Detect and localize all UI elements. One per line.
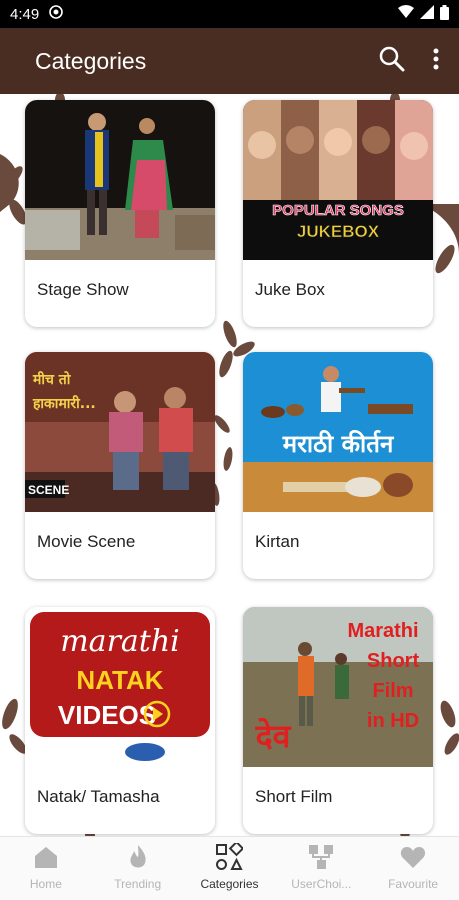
thumb-text-short: Short bbox=[367, 650, 420, 672]
category-label: Movie Scene bbox=[37, 532, 136, 551]
status-bar: 4:49 bbox=[0, 0, 459, 28]
nav-label: Trending bbox=[114, 877, 162, 891]
category-card-natak-tamasha[interactable]: marathi NATAK VIDEOS Natak/ Tamasha bbox=[25, 607, 215, 834]
more-options-icon[interactable] bbox=[433, 48, 439, 75]
thumb-text-natak: NATAK bbox=[76, 665, 163, 695]
categories-icon bbox=[216, 843, 244, 870]
nav-label: Favourite bbox=[388, 877, 439, 891]
thumb-text-in-hd: in HD bbox=[367, 710, 419, 732]
category-grid[interactable]: Stage Show POPULAR SONGS JUKEBOX Juke Bo… bbox=[0, 94, 459, 836]
category-label: Juke Box bbox=[255, 280, 325, 299]
thumb-text-popular-songs: POPULAR SONGS bbox=[272, 202, 404, 219]
bottom-navigation: Home Trending Categories UserChoi... Fav… bbox=[0, 836, 459, 900]
category-card-juke-box[interactable]: POPULAR SONGS JUKEBOX Juke Box bbox=[243, 100, 433, 327]
home-icon bbox=[34, 847, 57, 868]
category-card-kirtan[interactable]: मराठी कीर्तन Kirtan bbox=[243, 352, 433, 579]
natak-tamasha-thumbnail: marathi NATAK VIDEOS bbox=[25, 607, 215, 767]
category-label: Natak/ Tamasha bbox=[37, 787, 160, 806]
category-card-movie-scene[interactable]: मीच तो हाकामारी... SCENE Movie Scene bbox=[25, 352, 215, 579]
nav-item-home[interactable]: Home bbox=[0, 837, 92, 900]
stage-show-thumbnail bbox=[25, 100, 215, 260]
category-label: Stage Show bbox=[37, 280, 129, 299]
thumb-text-film: Film bbox=[372, 680, 413, 702]
category-label: Short Film bbox=[255, 787, 333, 806]
wifi-icon bbox=[398, 5, 414, 23]
nav-item-trending[interactable]: Trending bbox=[92, 837, 184, 900]
thumb-text-dev: देव bbox=[255, 717, 292, 755]
flame-icon bbox=[130, 845, 146, 868]
search-icon[interactable] bbox=[379, 46, 405, 77]
juke-box-thumbnail: POPULAR SONGS JUKEBOX bbox=[243, 100, 433, 260]
thumb-text-marathi: Marathi bbox=[347, 620, 418, 642]
page-title: Categories bbox=[35, 47, 147, 74]
thumb-text-scene: SCENE bbox=[28, 483, 69, 497]
nav-label: Categories bbox=[200, 877, 259, 891]
heart-icon bbox=[400, 847, 426, 868]
nav-label: Home bbox=[29, 877, 62, 891]
battery-icon bbox=[440, 4, 449, 24]
category-label: Kirtan bbox=[255, 532, 300, 551]
thumb-text-line2: हाकामारी... bbox=[32, 395, 96, 412]
status-time: 4:49 bbox=[10, 5, 40, 23]
thumb-text-videos: VIDEOS bbox=[58, 700, 156, 730]
thumb-text-marathi: marathi bbox=[60, 624, 180, 659]
nav-label: UserChoi... bbox=[291, 877, 352, 891]
thumb-text-jukebox: JUKEBOX bbox=[297, 222, 380, 241]
category-card-short-film[interactable]: Marathi Short Film in HD देव Short Film bbox=[243, 607, 433, 834]
kirtan-thumbnail: मराठी कीर्तन bbox=[243, 352, 433, 512]
nav-item-favourite[interactable]: Favourite bbox=[367, 837, 459, 900]
app-bar: Categories bbox=[0, 28, 459, 94]
short-film-thumbnail: Marathi Short Film in HD देव bbox=[243, 607, 433, 767]
user-choice-icon bbox=[309, 845, 334, 869]
thumb-text-line1: मीच तो bbox=[32, 371, 72, 388]
thumb-text-marathi-kirtan: मराठी कीर्तन bbox=[282, 430, 395, 458]
nav-item-categories[interactable]: Categories bbox=[184, 837, 276, 900]
signal-icon bbox=[420, 5, 434, 23]
category-card-stage-show[interactable]: Stage Show bbox=[25, 100, 215, 327]
nav-item-user-choice[interactable]: UserChoi... bbox=[275, 837, 367, 900]
movie-scene-thumbnail: मीच तो हाकामारी... SCENE bbox=[25, 352, 215, 512]
notification-icon bbox=[49, 5, 64, 23]
